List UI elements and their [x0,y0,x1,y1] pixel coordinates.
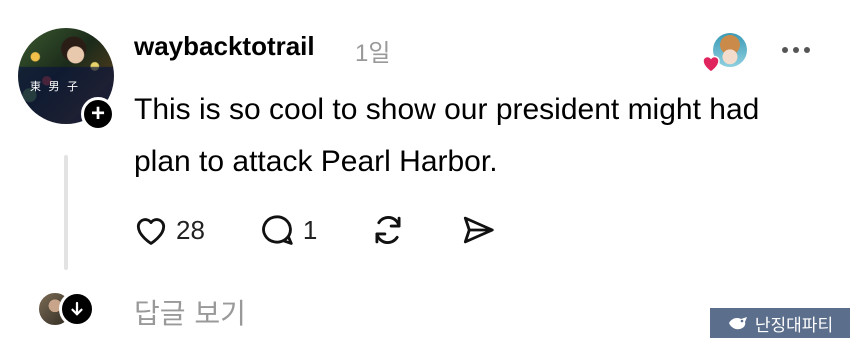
view-replies-link[interactable]: 답글 보기 [134,292,246,332]
expand-replies-button[interactable] [59,291,95,327]
heart-icon [702,55,720,73]
heart-icon [136,218,166,245]
watermark-text: 난징대파티 [754,315,834,336]
thread-line [64,155,68,270]
reply-count: 1 [302,214,318,245]
arrow-down-icon [71,301,83,316]
more-horizontal-icon [782,47,788,53]
post-timestamp: 1일 [355,40,391,67]
like-button[interactable]: 28 [132,211,205,249]
post-text: This is so cool to show our president mi… [134,93,760,178]
repost-button[interactable] [369,211,407,249]
send-icon [464,216,495,244]
post-actions: 28 1 [132,210,497,250]
logo-icon [728,317,747,330]
watermark: 난징대파티 [710,308,850,338]
like-count: 28 [176,214,205,245]
comment-icon [262,215,293,245]
post-username[interactable]: waybacktotrail [134,31,315,62]
more-options-button[interactable] [776,40,816,60]
avatar-caption: 東 男 子 [30,80,80,93]
share-button[interactable] [459,211,497,249]
plus-icon: + [90,100,105,127]
repost-icon [375,216,401,244]
follow-button[interactable]: + [81,97,115,131]
reply-preview-avatars[interactable] [37,291,95,329]
reply-button[interactable]: 1 [257,211,317,249]
